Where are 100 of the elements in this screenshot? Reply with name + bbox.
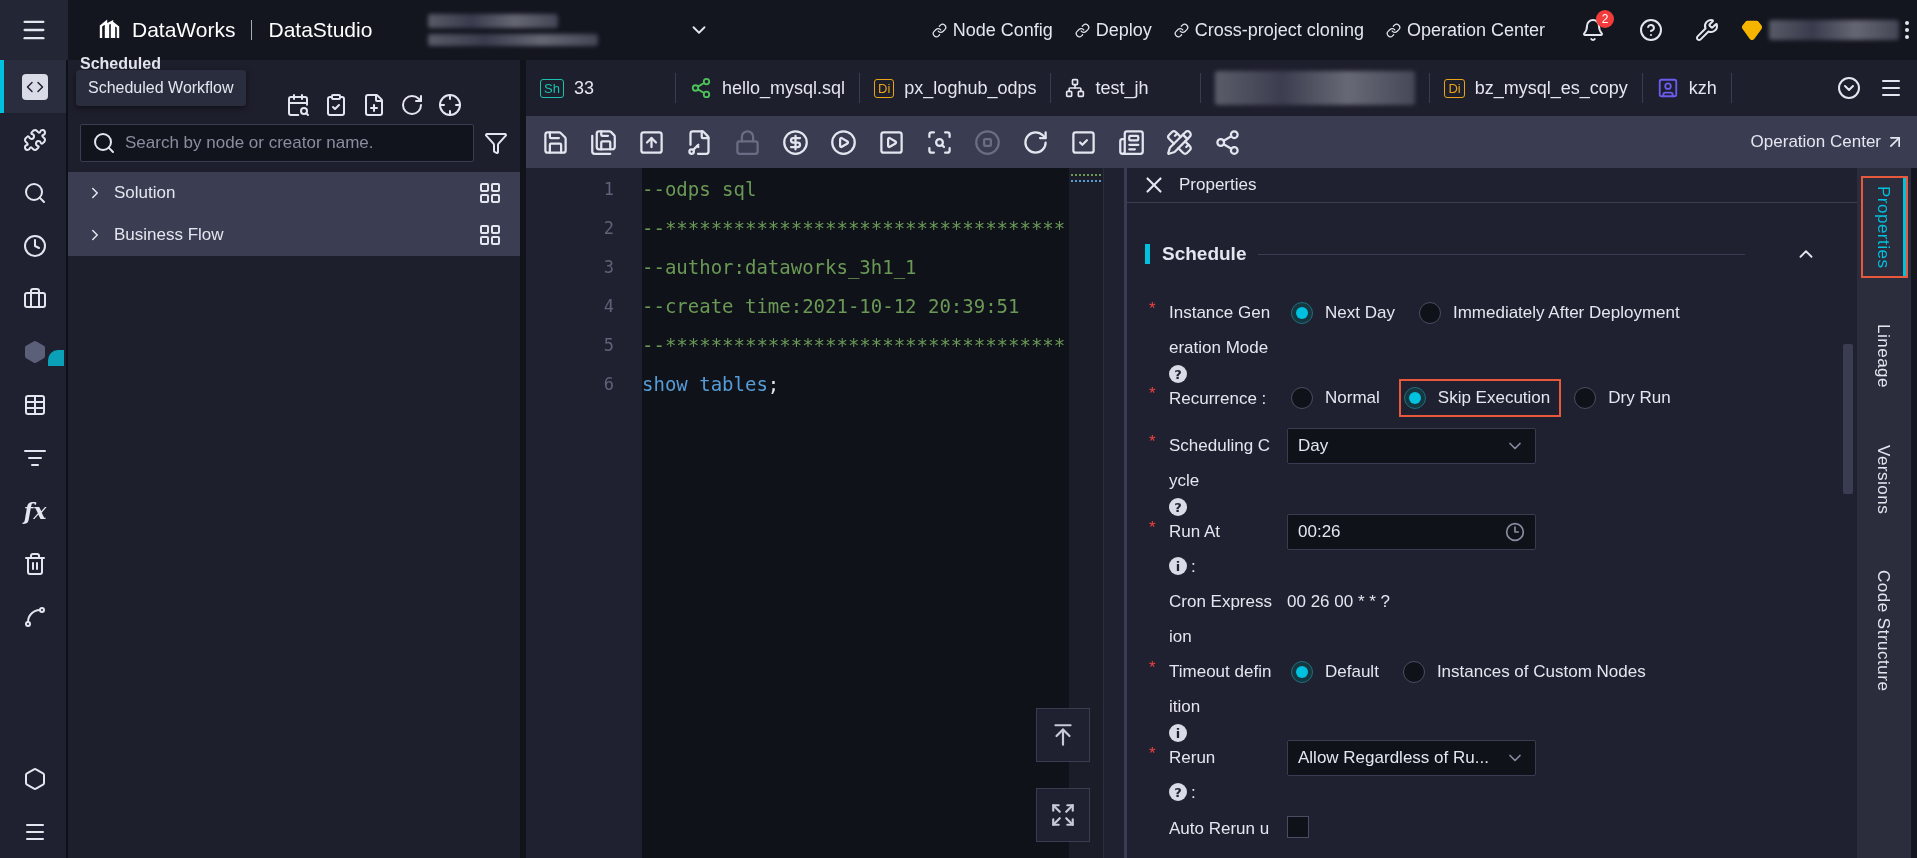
grid-icon[interactable] xyxy=(478,181,502,205)
share-icon[interactable] xyxy=(1214,128,1241,156)
link-icon xyxy=(1173,22,1189,38)
brand-name: DataWorks xyxy=(132,18,236,42)
nav-link[interactable]: Cross-project cloning xyxy=(1173,19,1364,41)
required-mark: * xyxy=(1149,516,1157,539)
code-icon[interactable] xyxy=(0,60,66,113)
required-mark: * xyxy=(1149,383,1157,406)
gem-icon xyxy=(1741,19,1763,41)
select-field[interactable]: Day xyxy=(1287,428,1536,465)
radio-option[interactable]: Immediately After Deployment xyxy=(1414,295,1690,332)
user-menu[interactable] xyxy=(1741,19,1909,41)
save-icon[interactable] xyxy=(542,128,569,156)
file-tab[interactable]: Di px_loghub_odps xyxy=(860,73,1052,103)
code-line: --author:dataworks_3h1_1 xyxy=(642,255,918,281)
new-file-icon[interactable] xyxy=(362,93,386,117)
tree-item[interactable]: Solution xyxy=(68,172,520,214)
radio-option[interactable]: Next Day xyxy=(1287,295,1405,332)
checkbox[interactable] xyxy=(1287,816,1309,839)
help-icon[interactable] xyxy=(1639,18,1663,42)
wrench-icon[interactable] xyxy=(1695,18,1719,42)
more-icon xyxy=(1905,21,1909,39)
tooltip: Scheduled Workflow xyxy=(76,70,246,106)
nav-link[interactable]: Operation Center xyxy=(1385,19,1545,41)
code-line: --odps sql xyxy=(642,177,758,202)
code-line: show tables; xyxy=(642,372,781,397)
play-square-icon[interactable] xyxy=(878,128,905,156)
minimap-drawing xyxy=(1071,174,1101,182)
menu-button[interactable] xyxy=(0,0,68,60)
line-number: 3 xyxy=(602,256,615,279)
pencil-ruler-icon[interactable] xyxy=(1166,128,1193,156)
radio-option[interactable]: Dry Run xyxy=(1570,380,1681,417)
file-tab[interactable]: Sh 33 xyxy=(526,73,676,103)
file-key-icon[interactable] xyxy=(686,128,713,156)
side-tab[interactable]: Versions xyxy=(1862,436,1906,522)
line-number: 1 xyxy=(602,178,615,201)
tree-item[interactable]: Business Flow xyxy=(68,214,520,256)
code-line: --*********************************** xyxy=(642,333,1067,358)
time-field[interactable]: 00:26 xyxy=(1287,513,1536,550)
required-mark: * xyxy=(1149,742,1157,765)
refresh-icon[interactable] xyxy=(1022,128,1049,156)
clipboard-check-icon[interactable] xyxy=(324,93,348,117)
radio-option[interactable]: Normal xyxy=(1287,380,1390,417)
filter-icon[interactable] xyxy=(484,131,508,155)
upload-icon[interactable] xyxy=(638,128,665,156)
label-colon: : xyxy=(1191,781,1196,804)
clock-icon xyxy=(1505,521,1525,542)
search-field[interactable]: Search by node or creator name. xyxy=(80,124,474,162)
radio-option[interactable]: Skip Execution xyxy=(1399,380,1561,417)
code-line: --*********************************** xyxy=(642,216,1067,241)
cron-value: 00 26 00 * * ? xyxy=(1287,591,1391,614)
calendar-search-icon[interactable] xyxy=(286,93,310,117)
side-tab[interactable]: Code Structure xyxy=(1862,561,1906,700)
scrollbar[interactable] xyxy=(1843,344,1853,494)
file-tab[interactable]: kzh xyxy=(1642,73,1732,103)
help-icon[interactable]: ? xyxy=(1169,783,1187,802)
line-number: 6 xyxy=(602,373,615,396)
label-colon: : xyxy=(1191,555,1196,578)
field-label: Recurrence : xyxy=(1169,387,1268,410)
section-title: Schedule xyxy=(1162,243,1247,266)
expand-icon xyxy=(1050,802,1076,828)
document-icon[interactable] xyxy=(1118,128,1145,156)
scroll-top-button[interactable] xyxy=(1036,708,1090,762)
play-icon[interactable] xyxy=(830,128,857,156)
module-name: DataStudio xyxy=(268,18,373,42)
file-tab[interactable]: test_jh xyxy=(1051,73,1202,103)
dollar-icon[interactable] xyxy=(782,128,809,156)
file-tab[interactable]: hello_mysql.sql xyxy=(676,73,861,103)
field-label: Timeout definition xyxy=(1169,661,1273,719)
di-badge: Di xyxy=(874,78,895,98)
save-all-icon[interactable] xyxy=(590,128,617,156)
scan-search-icon[interactable] xyxy=(926,128,953,156)
help-icon[interactable]: ? xyxy=(1169,365,1187,384)
check-square-icon[interactable] xyxy=(1070,128,1097,156)
crosshair-icon[interactable] xyxy=(438,93,462,117)
help-icon[interactable]: i xyxy=(1169,557,1187,576)
notification-count: 2 xyxy=(1596,10,1614,28)
node-icon xyxy=(690,77,712,99)
radio-option[interactable]: Instances of Custom Nodes xyxy=(1398,654,1656,691)
file-tab[interactable]: Di bz_mysql_es_copy xyxy=(1430,73,1643,103)
select-field[interactable]: Allow Regardless of Ru... xyxy=(1287,739,1536,776)
field-label: Cron Expression xyxy=(1169,591,1273,649)
search-icon xyxy=(92,131,116,155)
help-icon[interactable]: i xyxy=(1169,724,1187,743)
nav-link[interactable]: Deploy xyxy=(1074,19,1152,41)
fullscreen-button[interactable] xyxy=(1036,788,1090,842)
side-tab[interactable]: Properties xyxy=(1862,178,1906,277)
help-icon[interactable]: ? xyxy=(1169,498,1187,517)
panel-title: Properties xyxy=(1179,175,1257,196)
field-label: Rerun xyxy=(1169,746,1217,769)
side-tab[interactable]: Lineage xyxy=(1862,316,1906,397)
refresh-icon[interactable] xyxy=(400,93,424,117)
nav-link[interactable]: Node Config xyxy=(931,19,1053,41)
operation-center-link[interactable]: Operation Center xyxy=(1750,132,1905,152)
radio-option[interactable]: Default xyxy=(1287,654,1389,691)
field-label: Run At xyxy=(1169,520,1222,543)
required-mark: * xyxy=(1149,657,1157,680)
field-label: Scheduling Cycle xyxy=(1169,435,1272,493)
grid-icon[interactable] xyxy=(478,223,502,247)
tabs-dropdown-icon[interactable] xyxy=(1837,76,1861,100)
